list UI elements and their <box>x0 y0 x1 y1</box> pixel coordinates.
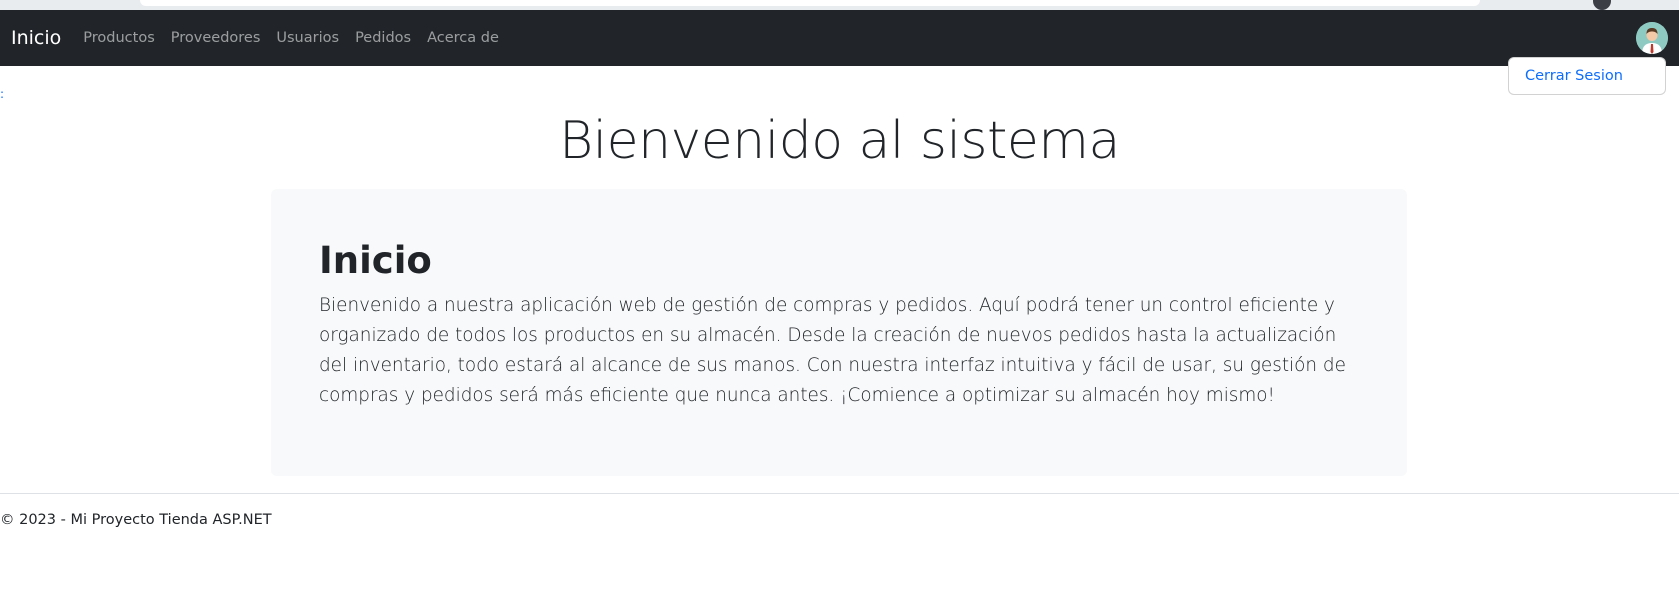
footer-text: © 2023 - Mi Proyecto Tienda ASP.NET <box>0 512 272 528</box>
nav-link-proveedores[interactable]: Proveedores <box>163 10 269 66</box>
stray-link-mark: : <box>0 87 5 101</box>
browser-top-strip <box>0 0 1679 10</box>
nav-links: Productos Proveedores Usuarios Pedidos A… <box>75 10 507 66</box>
address-bar[interactable] <box>140 0 1480 6</box>
profile-icon[interactable] <box>1593 0 1611 10</box>
card-heading: Inicio <box>319 239 432 282</box>
navbar: Inicio Productos Proveedores Usuarios Pe… <box>0 10 1679 66</box>
nav-link-usuarios[interactable]: Usuarios <box>268 10 347 66</box>
welcome-card: Inicio Bienvenido a nuestra aplicación w… <box>271 189 1407 476</box>
nav-link-productos[interactable]: Productos <box>75 10 162 66</box>
nav-link-pedidos[interactable]: Pedidos <box>347 10 419 66</box>
navbar-brand[interactable]: Inicio <box>11 10 61 66</box>
nav-link-acerca-de[interactable]: Acerca de <box>419 10 507 66</box>
user-dropdown-menu: Cerrar Sesion <box>1508 57 1666 95</box>
avatar-illustration <box>1636 22 1668 54</box>
logout-menu-item[interactable]: Cerrar Sesion <box>1525 68 1623 84</box>
page-title: Bienvenido al sistema <box>559 111 1120 171</box>
footer-divider <box>0 493 1679 494</box>
card-text: Bienvenido a nuestra aplicación web de g… <box>319 295 1346 406</box>
user-avatar-icon[interactable] <box>1636 22 1668 54</box>
